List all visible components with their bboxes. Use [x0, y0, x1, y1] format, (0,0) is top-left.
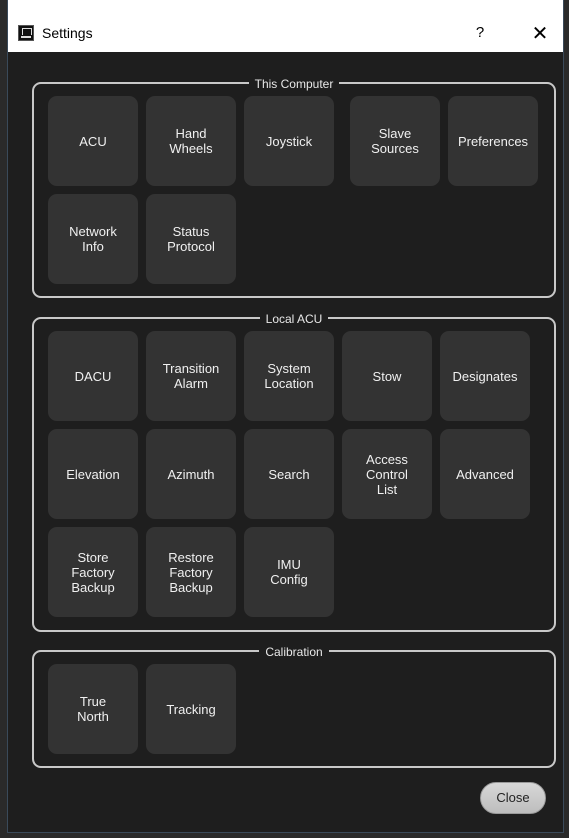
group-title-this-computer: This Computer — [248, 76, 340, 92]
close-icon[interactable]: ✕ — [528, 21, 552, 45]
window-title: Settings — [42, 25, 93, 41]
group-title-local-acu: Local ACU — [259, 311, 329, 327]
slave-sources-button[interactable]: Slave Sources — [350, 96, 440, 186]
group-calibration: Calibration True North Tracking — [32, 644, 556, 768]
true-north-button[interactable]: True North — [48, 664, 138, 754]
help-button[interactable]: ? — [468, 21, 492, 45]
advanced-button[interactable]: Advanced — [440, 429, 530, 519]
transition-alarm-button[interactable]: Transition Alarm — [146, 331, 236, 421]
preferences-button[interactable]: Preferences — [448, 96, 538, 186]
hand-wheels-button[interactable]: Hand Wheels — [146, 96, 236, 186]
title-bar: Settings ? ✕ — [8, 0, 563, 52]
dacu-button[interactable]: DACU — [48, 331, 138, 421]
app-icon — [18, 25, 34, 41]
restore-factory-backup-button[interactable]: Restore Factory Backup — [146, 527, 236, 617]
group-local-acu: Local ACU DACU Transition Alarm System L… — [32, 311, 556, 632]
azimuth-button[interactable]: Azimuth — [146, 429, 236, 519]
store-factory-backup-button[interactable]: Store Factory Backup — [48, 527, 138, 617]
system-location-button[interactable]: System Location — [244, 331, 334, 421]
designates-button[interactable]: Designates — [440, 331, 530, 421]
group-this-computer: This Computer ACU Hand Wheels Joystick S… — [32, 76, 556, 298]
elevation-button[interactable]: Elevation — [48, 429, 138, 519]
tracking-button[interactable]: Tracking — [146, 664, 236, 754]
close-button[interactable]: Close — [480, 782, 546, 814]
joystick-button[interactable]: Joystick — [244, 96, 334, 186]
access-control-list-button[interactable]: Access Control List — [342, 429, 432, 519]
network-info-button[interactable]: Network Info — [48, 194, 138, 284]
group-title-calibration: Calibration — [259, 644, 329, 660]
stow-button[interactable]: Stow — [342, 331, 432, 421]
settings-dialog: Settings ? ✕ This Computer ACU Hand Whee… — [8, 0, 563, 832]
status-protocol-button[interactable]: Status Protocol — [146, 194, 236, 284]
acu-button[interactable]: ACU — [48, 96, 138, 186]
search-button[interactable]: Search — [244, 429, 334, 519]
imu-config-button[interactable]: IMU Config — [244, 527, 334, 617]
